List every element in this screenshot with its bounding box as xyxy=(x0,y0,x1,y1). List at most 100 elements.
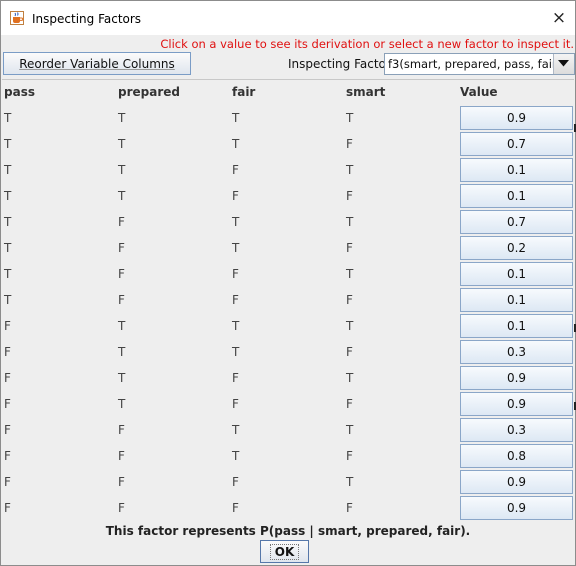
close-icon[interactable]: × xyxy=(549,8,569,28)
cell-smart: F xyxy=(346,449,353,463)
cell-fair: F xyxy=(232,371,239,385)
ok-button[interactable]: OK xyxy=(260,540,309,563)
cell-prepared: T xyxy=(118,163,126,177)
factor-description: This factor represents P(pass | smart, p… xyxy=(105,524,471,538)
cell-fair: F xyxy=(232,189,239,203)
cell-smart: F xyxy=(346,189,353,203)
cell-pass: F xyxy=(4,449,11,463)
cell-smart: F xyxy=(346,293,353,307)
cell-fair: F xyxy=(232,475,239,489)
cell-pass: F xyxy=(4,475,11,489)
value-button[interactable]: 0.2 xyxy=(460,236,573,260)
value-button[interactable]: 0.9 xyxy=(460,366,573,390)
cell-smart: T xyxy=(346,371,354,385)
cell-smart: F xyxy=(346,137,353,151)
column-header-value[interactable]: Value xyxy=(460,85,498,99)
cell-fair: T xyxy=(232,319,240,333)
cell-smart: F xyxy=(346,345,353,359)
column-header-smart[interactable]: smart xyxy=(346,85,385,99)
value-button[interactable]: 0.8 xyxy=(460,444,573,468)
value-button[interactable]: 0.1 xyxy=(460,262,573,286)
cell-pass: F xyxy=(4,345,11,359)
cell-fair: T xyxy=(232,215,240,229)
cell-prepared: F xyxy=(118,423,125,437)
cell-prepared: T xyxy=(118,111,126,125)
cell-fair: F xyxy=(232,267,239,281)
cell-prepared: F xyxy=(118,215,125,229)
java-cup-icon xyxy=(10,11,24,25)
cell-smart: T xyxy=(346,319,354,333)
cell-smart: F xyxy=(346,241,353,255)
factor-selected-value: f3(smart, prepared, pass, fair) xyxy=(388,57,562,71)
value-button[interactable]: 0.1 xyxy=(460,314,573,338)
cell-prepared: F xyxy=(118,501,125,515)
inspecting-factor-label: Inspecting Factor xyxy=(288,57,391,71)
cell-fair: F xyxy=(232,163,239,177)
value-button[interactable]: 0.3 xyxy=(460,340,573,364)
cell-pass: T xyxy=(4,241,12,255)
cell-fair: F xyxy=(232,397,239,411)
cell-fair: T xyxy=(232,449,240,463)
cell-pass: T xyxy=(4,189,12,203)
cell-prepared: F xyxy=(118,241,125,255)
reorder-button-label: Reorder Variable Columns xyxy=(19,56,175,71)
reorder-variable-columns-button[interactable]: Reorder Variable Columns xyxy=(3,52,191,75)
cell-prepared: T xyxy=(118,189,126,203)
cell-pass: T xyxy=(4,163,12,177)
cell-fair: T xyxy=(232,137,240,151)
cell-prepared: F xyxy=(118,293,125,307)
window-title: Inspecting Factors xyxy=(32,12,142,26)
cell-smart: T xyxy=(346,423,354,437)
cell-fair: F xyxy=(232,293,239,307)
cell-smart: T xyxy=(346,163,354,177)
cell-pass: F xyxy=(4,501,11,515)
factor-select[interactable]: f3(smart, prepared, pass, fair) xyxy=(384,53,575,75)
cell-pass: T xyxy=(4,293,12,307)
cell-fair: T xyxy=(232,345,240,359)
cell-fair: T xyxy=(232,241,240,255)
cell-pass: T xyxy=(4,111,12,125)
cell-pass: F xyxy=(4,397,11,411)
cell-pass: T xyxy=(4,267,12,281)
cell-prepared: F xyxy=(118,475,125,489)
cell-pass: T xyxy=(4,137,12,151)
value-button[interactable]: 0.1 xyxy=(460,288,573,312)
value-button[interactable]: 0.7 xyxy=(460,132,573,156)
column-header-pass[interactable]: pass xyxy=(4,85,35,99)
cell-smart: T xyxy=(346,475,354,489)
cell-pass: T xyxy=(4,215,12,229)
value-button[interactable]: 0.1 xyxy=(460,184,573,208)
cell-smart: T xyxy=(346,215,354,229)
cell-smart: T xyxy=(346,111,354,125)
chevron-down-icon[interactable] xyxy=(553,54,574,74)
cell-prepared: T xyxy=(118,137,126,151)
value-button[interactable]: 0.9 xyxy=(460,392,573,416)
cell-smart: T xyxy=(346,267,354,281)
value-button[interactable]: 0.9 xyxy=(460,496,573,520)
cell-prepared: F xyxy=(118,449,125,463)
value-button[interactable]: 0.3 xyxy=(460,418,573,442)
value-button[interactable]: 0.1 xyxy=(460,158,573,182)
cell-prepared: T xyxy=(118,319,126,333)
value-button[interactable]: 0.7 xyxy=(460,210,573,234)
cell-fair: T xyxy=(232,423,240,437)
cell-fair: F xyxy=(232,501,239,515)
cell-fair: T xyxy=(232,111,240,125)
hint-text: Click on a value to see its derivation o… xyxy=(160,37,574,51)
cell-pass: F xyxy=(4,319,11,333)
cell-pass: F xyxy=(4,423,11,437)
value-button[interactable]: 0.9 xyxy=(460,106,573,130)
cell-prepared: T xyxy=(118,397,126,411)
cell-smart: F xyxy=(346,397,353,411)
value-button[interactable]: 0.9 xyxy=(460,470,573,494)
column-header-prepared[interactable]: prepared xyxy=(118,85,180,99)
cell-prepared: F xyxy=(118,267,125,281)
separator xyxy=(2,79,574,80)
column-header-fair[interactable]: fair xyxy=(232,85,255,99)
inspecting-factors-dialog: Inspecting Factors × Click on a value to… xyxy=(0,0,576,566)
cell-pass: F xyxy=(4,371,11,385)
cell-smart: F xyxy=(346,501,353,515)
title-bar[interactable]: Inspecting Factors × xyxy=(1,1,575,35)
ok-button-label: OK xyxy=(269,543,300,560)
cell-prepared: T xyxy=(118,371,126,385)
